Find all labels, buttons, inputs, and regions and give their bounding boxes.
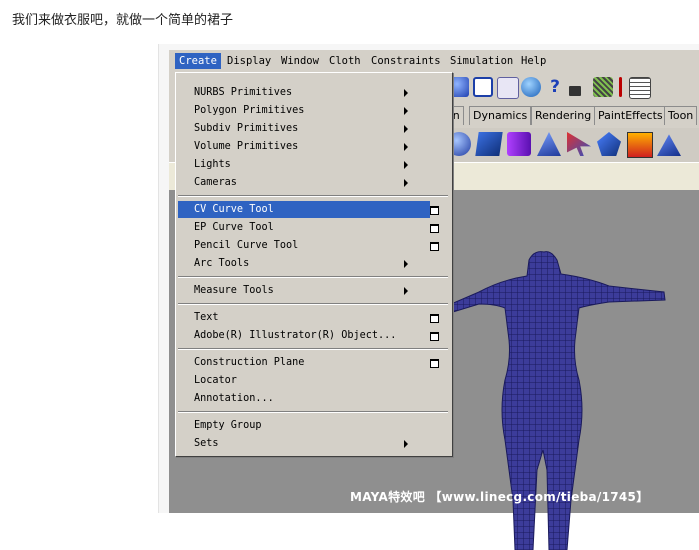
submenu-arrow-icon bbox=[404, 179, 408, 187]
shelf-tabs: ion Dynamics Rendering PaintEffects Toon bbox=[439, 106, 699, 126]
maya-window: Create Display Window Cloth Constraints … bbox=[169, 50, 699, 550]
create-menu: NURBS Primitives Polygon Primitives Subd… bbox=[175, 72, 453, 457]
menu-item-annotation[interactable]: Annotation... bbox=[178, 390, 430, 407]
shelf bbox=[439, 128, 699, 162]
status-toolbar: ? bbox=[439, 74, 699, 102]
grid-icon[interactable] bbox=[473, 77, 493, 97]
ramp-icon[interactable] bbox=[627, 132, 653, 158]
cube-icon[interactable] bbox=[475, 132, 503, 156]
menu-divider bbox=[178, 303, 448, 305]
menu-help[interactable]: Help bbox=[521, 55, 546, 67]
tab-rendering[interactable]: Rendering bbox=[531, 106, 596, 125]
submenu-arrow-icon bbox=[404, 125, 408, 133]
snap-icon[interactable] bbox=[497, 77, 519, 99]
submenu-arrow-icon bbox=[404, 287, 408, 295]
cone-icon[interactable] bbox=[597, 132, 621, 156]
post-caption: 我们来做衣服吧，就做一个简单的裙子 bbox=[12, 13, 234, 28]
menu-item-polygon-primitives[interactable]: Polygon Primitives bbox=[178, 102, 430, 119]
globe-icon[interactable] bbox=[521, 77, 541, 97]
menu-item-ep-curve-tool[interactable]: EP Curve Tool bbox=[178, 219, 430, 236]
submenu-arrow-icon bbox=[404, 89, 408, 97]
wireframe-body-model bbox=[450, 251, 666, 550]
menu-item-nurbs-primitives[interactable]: NURBS Primitives bbox=[178, 84, 430, 101]
menu-item-subdiv-primitives[interactable]: Subdiv Primitives bbox=[178, 120, 430, 137]
menu-divider bbox=[178, 195, 448, 197]
menu-constraints[interactable]: Constraints bbox=[371, 55, 441, 67]
menu-simulation[interactable]: Simulation bbox=[450, 55, 513, 67]
submenu-arrow-icon bbox=[404, 107, 408, 115]
option-box-icon[interactable] bbox=[430, 314, 439, 323]
menu-item-volume-primitives[interactable]: Volume Primitives bbox=[178, 138, 430, 155]
submenu-arrow-icon bbox=[404, 260, 408, 268]
render-icon[interactable] bbox=[593, 77, 613, 97]
mountain-icon[interactable] bbox=[657, 134, 681, 156]
plane-icon[interactable] bbox=[537, 132, 561, 156]
submenu-arrow-icon bbox=[404, 143, 408, 151]
submenu-arrow-icon bbox=[404, 161, 408, 169]
menu-item-pencil-curve-tool[interactable]: Pencil Curve Tool bbox=[178, 237, 430, 254]
option-box-icon[interactable] bbox=[430, 332, 439, 341]
menu-item-construction-plane[interactable]: Construction Plane bbox=[178, 354, 430, 371]
help-icon[interactable]: ? bbox=[545, 77, 565, 97]
menu-item-cameras[interactable]: Cameras bbox=[178, 174, 430, 191]
tab-toon[interactable]: Toon bbox=[664, 106, 698, 125]
pin-icon[interactable] bbox=[619, 77, 622, 97]
menu-item-empty-group[interactable]: Empty Group bbox=[178, 417, 430, 434]
menu-create[interactable]: Create bbox=[175, 53, 221, 69]
maya-menubar: Create Display Window Cloth Constraints … bbox=[169, 52, 699, 72]
option-box-icon[interactable] bbox=[430, 359, 439, 368]
menu-item-cv-curve-tool[interactable]: CV Curve Tool bbox=[178, 201, 430, 218]
menu-item-arc-tools[interactable]: Arc Tools bbox=[178, 255, 430, 272]
grid-render-icon[interactable] bbox=[629, 77, 651, 99]
menu-divider bbox=[178, 411, 448, 413]
menu-divider bbox=[178, 348, 448, 350]
menu-cloth[interactable]: Cloth bbox=[329, 55, 361, 67]
menu-item-locator[interactable]: Locator bbox=[178, 372, 430, 389]
tab-painteffects[interactable]: PaintEffects bbox=[594, 106, 667, 125]
option-box-icon[interactable] bbox=[430, 242, 439, 251]
menu-item-measure-tools[interactable]: Measure Tools bbox=[178, 282, 430, 299]
arrow-tool-icon[interactable] bbox=[567, 132, 591, 156]
cylinder-icon[interactable] bbox=[507, 132, 531, 156]
menu-display[interactable]: Display bbox=[227, 55, 271, 67]
option-box-icon[interactable] bbox=[430, 224, 439, 233]
lock-icon[interactable] bbox=[569, 86, 581, 96]
watermark-text: MAYA特效吧 【www.linecg.com/tieba/1745】 bbox=[350, 490, 649, 504]
menu-item-text[interactable]: Text bbox=[178, 309, 430, 326]
menu-item-lights[interactable]: Lights bbox=[178, 156, 430, 173]
tab-dynamics[interactable]: Dynamics bbox=[469, 106, 532, 125]
menu-window[interactable]: Window bbox=[281, 55, 319, 67]
menu-divider bbox=[178, 276, 448, 278]
menu-item-sets[interactable]: Sets bbox=[178, 435, 430, 452]
option-box-icon[interactable] bbox=[430, 206, 439, 215]
menu-item-adobe-illustrator-object[interactable]: Adobe(R) Illustrator(R) Object... bbox=[178, 327, 430, 344]
submenu-arrow-icon bbox=[404, 440, 408, 448]
